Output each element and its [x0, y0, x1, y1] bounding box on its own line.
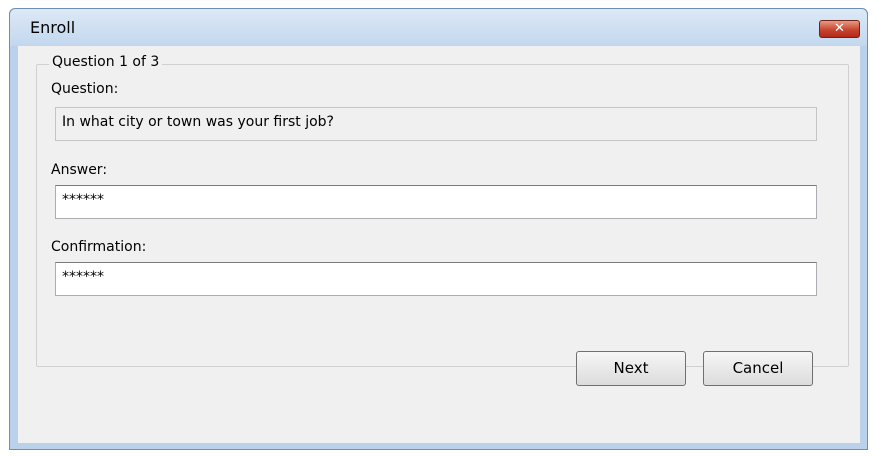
question-label: Question: — [51, 81, 119, 97]
question-field: In what city or town was your first job? — [55, 107, 817, 141]
title-bar[interactable]: Enroll ✕ — [10, 9, 867, 46]
groupbox-legend: Question 1 of 3 — [49, 54, 163, 70]
answer-label: Answer: — [51, 162, 108, 178]
dialog-client-area: Question 1 of 3 Question: In what city o… — [18, 46, 860, 443]
answer-field[interactable]: ****** — [55, 185, 817, 219]
confirmation-field[interactable]: ****** — [55, 262, 817, 296]
close-button[interactable]: ✕ — [819, 20, 860, 38]
close-icon: ✕ — [834, 21, 845, 36]
confirmation-label: Confirmation: — [51, 239, 147, 255]
window-title: Enroll — [30, 18, 76, 37]
cancel-button[interactable]: Cancel — [703, 351, 813, 386]
enroll-dialog-window: Enroll ✕ Question 1 of 3 Question: In wh… — [9, 8, 868, 450]
next-button[interactable]: Next — [576, 351, 686, 386]
